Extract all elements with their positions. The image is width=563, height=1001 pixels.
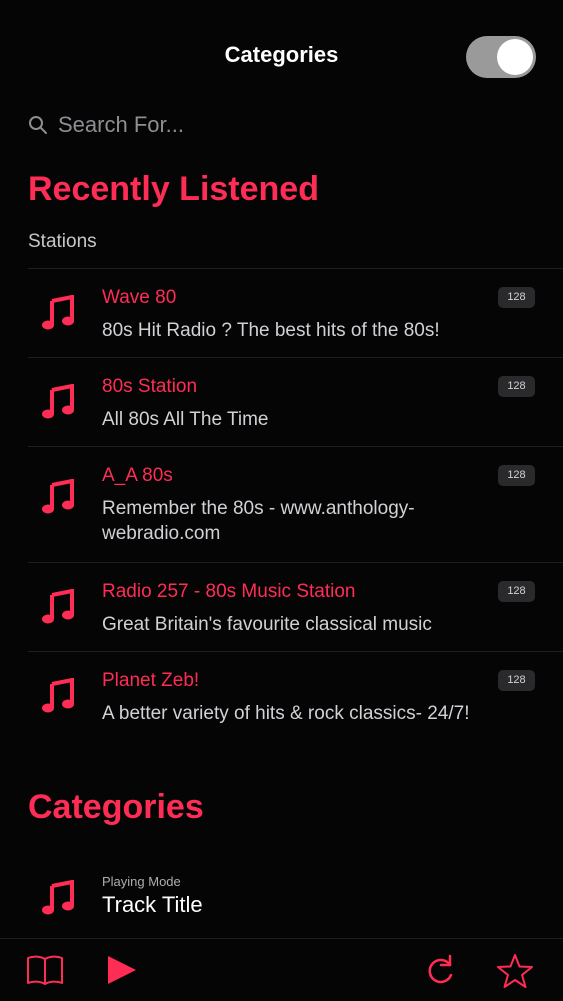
music-note-icon [42, 589, 74, 624]
station-description: A better variety of hits & rock classics… [102, 703, 470, 724]
station-description: Great Britain's favourite classical musi… [102, 614, 432, 635]
music-note-icon [42, 678, 74, 713]
bitrate-badge: 128 [498, 465, 535, 486]
bitrate-badge: 128 [498, 376, 535, 397]
station-description: All 80s All The Time [102, 409, 269, 430]
search-bar[interactable] [28, 108, 528, 142]
station-row[interactable]: 80s Station All 80s All The Time 128 [28, 357, 563, 446]
stations-label: Stations [28, 231, 97, 252]
bitrate-badge: 128 [498, 670, 535, 691]
station-name: 80s Station [102, 376, 198, 397]
categories-heading: Categories [28, 788, 204, 826]
mode-toggle[interactable] [466, 36, 536, 78]
book-icon[interactable] [26, 953, 64, 987]
tab-bar [0, 938, 563, 1001]
category-title: Track Title [102, 892, 203, 917]
category-row[interactable]: Playing Mode Track Title [28, 866, 563, 936]
music-note-icon [42, 479, 74, 514]
music-note-icon [42, 295, 74, 330]
header: Categories [0, 0, 563, 110]
search-input[interactable] [58, 112, 478, 138]
station-row[interactable]: Planet Zeb! A better variety of hits & r… [28, 651, 563, 740]
search-icon [29, 116, 47, 134]
station-row[interactable]: Radio 257 - 80s Music Station Great Brit… [28, 562, 563, 651]
recently-listened-heading: Recently Listened [28, 170, 319, 208]
refresh-icon[interactable] [426, 953, 456, 987]
station-description: 80s Hit Radio ? The best hits of the 80s… [102, 320, 440, 341]
music-note-icon [42, 384, 74, 419]
bitrate-badge: 128 [498, 581, 535, 602]
category-subtitle: Playing Mode [102, 874, 181, 889]
station-row[interactable]: Wave 80 80s Hit Radio ? The best hits of… [28, 268, 563, 357]
station-name: Radio 257 - 80s Music Station [102, 581, 356, 602]
station-name: Wave 80 [102, 287, 177, 308]
stations-list: Wave 80 80s Hit Radio ? The best hits of… [28, 268, 563, 740]
station-description: Remember the 80s - www.anthology-webradi… [102, 498, 415, 544]
bitrate-badge: 128 [498, 287, 535, 308]
play-icon[interactable] [106, 953, 138, 987]
station-row[interactable]: A_A 80s Remember the 80s - www.anthology… [28, 446, 563, 562]
station-name: A_A 80s [102, 465, 173, 486]
toggle-knob [497, 39, 533, 75]
station-name: Planet Zeb! [102, 670, 200, 691]
star-icon[interactable] [496, 953, 534, 989]
music-note-icon [42, 880, 74, 915]
